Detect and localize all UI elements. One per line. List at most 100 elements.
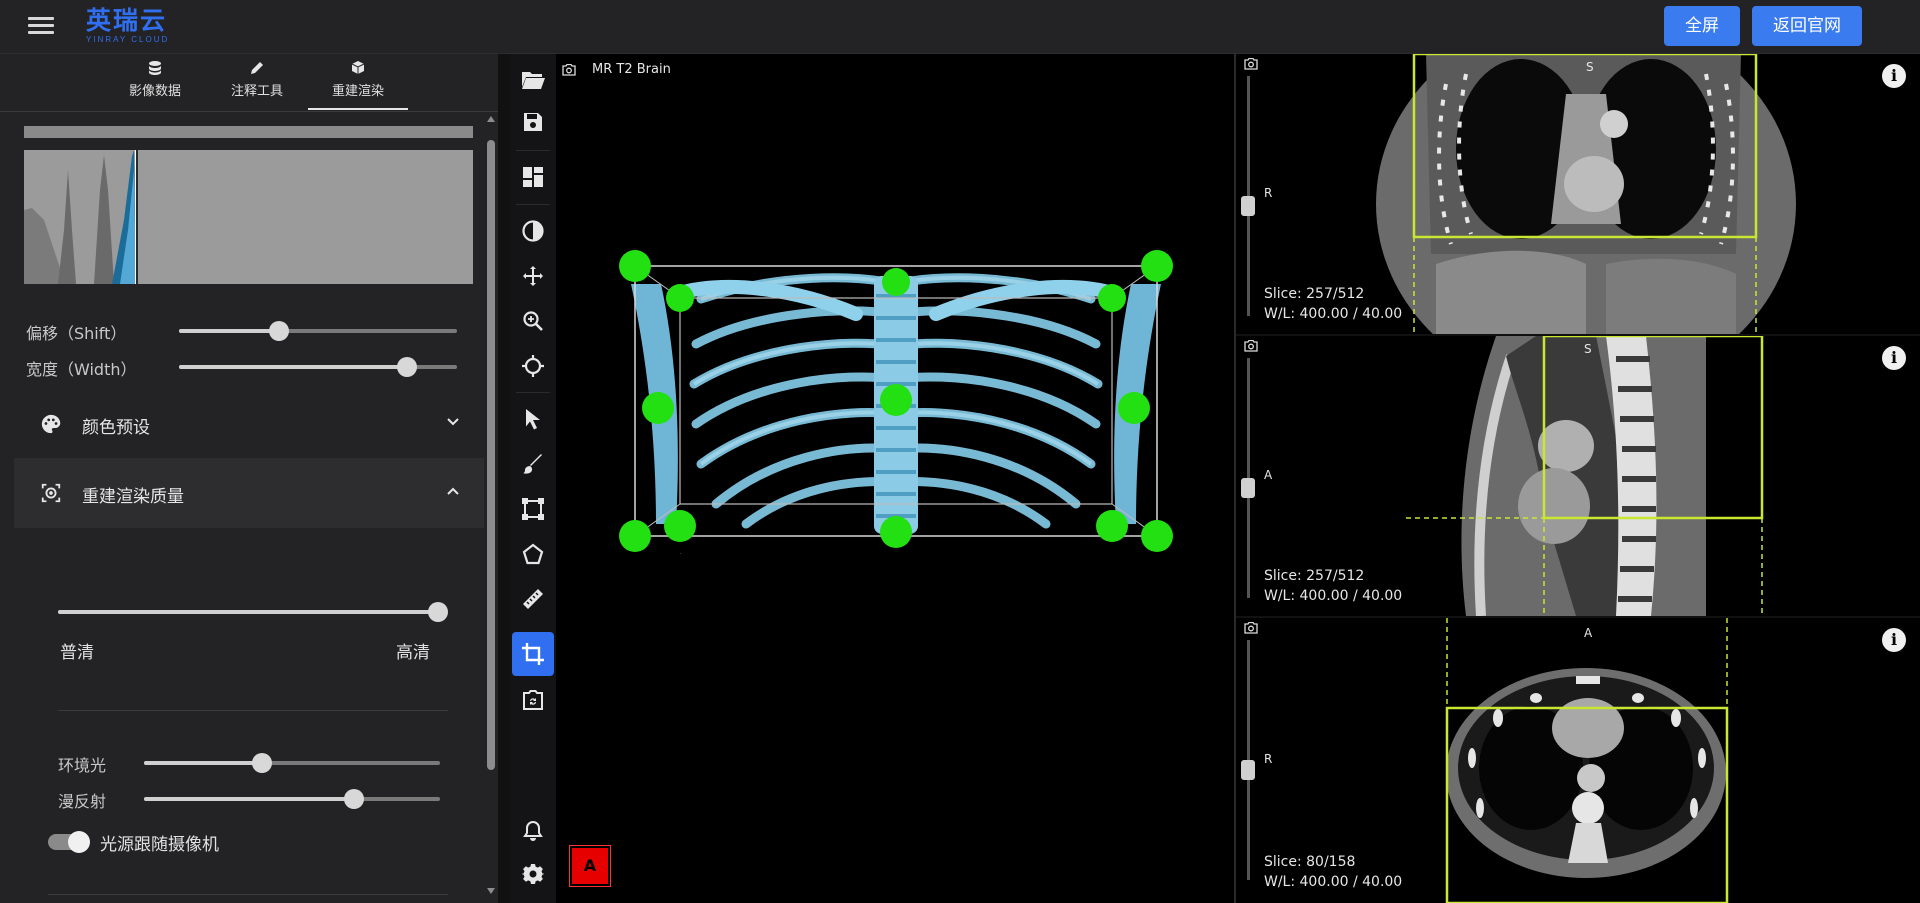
- diffuse-slider[interactable]: [144, 789, 440, 809]
- crosshair-icon[interactable]: [516, 349, 550, 383]
- toggle-knob: [68, 831, 90, 853]
- diffuse-slider-fill: [144, 797, 355, 801]
- sagittal-slice-slider[interactable]: [1241, 358, 1255, 598]
- sagittal-viewport[interactable]: S A Slice: 257/512 W/L: 400.00 / 40.00 i: [1236, 336, 1920, 616]
- orientation-top: S: [1586, 60, 1594, 74]
- orientation-marker-a[interactable]: A: [569, 845, 611, 887]
- slice-slider-knob[interactable]: [1241, 196, 1255, 216]
- tab-annotation-tools[interactable]: 注释工具: [207, 60, 307, 110]
- palette-icon: [41, 414, 61, 434]
- quality-slider[interactable]: [58, 602, 448, 622]
- info-icon[interactable]: i: [1882, 64, 1906, 88]
- window-level-readout: W/L: 400.00 / 40.00: [1264, 306, 1403, 322]
- coronal-slice-slider[interactable]: [1241, 76, 1255, 316]
- tab-label: 注释工具: [230, 84, 283, 99]
- orientation-left: A: [1264, 468, 1273, 482]
- back-to-website-button[interactable]: 返回官网: [1752, 6, 1862, 46]
- toolbar-divider: [516, 204, 550, 205]
- tabs-divider: [0, 111, 498, 112]
- chevron-down-icon: [447, 418, 459, 426]
- screenshot-icon[interactable]: [516, 684, 550, 718]
- slice-readout: Slice: 80/158: [1264, 854, 1356, 870]
- tab-label: 重建渲染: [331, 84, 384, 99]
- folder-open-icon[interactable]: [516, 63, 550, 97]
- save-icon[interactable]: [516, 105, 550, 139]
- panel-tabs: 影像数据 注释工具 重建渲染: [0, 54, 498, 110]
- gear-icon[interactable]: [516, 857, 550, 891]
- shift-slider-thumb[interactable]: [269, 321, 290, 341]
- light-follow-camera-label: 光源跟随摄像机: [100, 835, 219, 855]
- coronal-info: Slice: 257/512 W/L: 400.00 / 40.00: [1264, 284, 1402, 324]
- crop-icon[interactable]: [512, 632, 554, 676]
- slice-slider-knob[interactable]: [1241, 760, 1255, 780]
- tab-image-data[interactable]: 影像数据: [105, 60, 205, 110]
- diffuse-label: 漫反射: [58, 792, 107, 811]
- camera-icon[interactable]: [1244, 340, 1258, 352]
- axial-viewport[interactable]: A R Slice: 80/158 W/L: 400.00 / 40.00 i: [1236, 618, 1920, 903]
- axial-slice-slider[interactable]: [1241, 640, 1255, 880]
- shift-slider-fill: [179, 329, 280, 333]
- tab-reconstruction-render[interactable]: 重建渲染: [308, 60, 408, 110]
- brush-icon[interactable]: [516, 447, 550, 481]
- render-quality-accordion[interactable]: 重建渲染质量: [14, 458, 484, 528]
- brand-name: 英瑞云: [86, 6, 168, 35]
- orientation-top: S: [1584, 342, 1592, 356]
- bell-icon[interactable]: [516, 814, 550, 848]
- layout-icon[interactable]: [516, 160, 550, 194]
- contrast-icon[interactable]: [516, 214, 550, 248]
- fullscreen-button[interactable]: 全屏: [1664, 6, 1740, 46]
- orientation-left: R: [1264, 752, 1273, 766]
- color-gradient-bar[interactable]: [24, 126, 473, 138]
- ambient-slider-thumb[interactable]: [252, 753, 273, 773]
- scrollbar-thumb[interactable]: [487, 140, 495, 770]
- width-slider-row: 宽度（Width）: [26, 356, 466, 379]
- quality-slider-row: [58, 602, 448, 630]
- polygon-icon[interactable]: [516, 537, 550, 571]
- slice-slider-knob[interactable]: [1241, 478, 1255, 498]
- histogram-graph: [24, 150, 473, 284]
- light-follow-camera-toggle[interactable]: [48, 831, 90, 853]
- camera-icon[interactable]: [1244, 58, 1258, 70]
- bounding-box-icon[interactable]: [516, 492, 550, 526]
- slice-readout: Slice: 257/512: [1264, 286, 1365, 302]
- ribcage-render: [619, 250, 1173, 554]
- orientation-top: A: [1584, 626, 1593, 640]
- info-icon[interactable]: i: [1882, 346, 1906, 370]
- quality-slider-thumb[interactable]: [428, 602, 448, 622]
- scroll-up-icon[interactable]: [487, 116, 495, 122]
- info-icon[interactable]: i: [1882, 628, 1906, 652]
- pointer-icon[interactable]: [516, 402, 550, 436]
- shift-slider[interactable]: [179, 321, 457, 341]
- chevron-up-icon: [447, 487, 459, 495]
- color-preset-label: 颜色预设: [82, 418, 150, 438]
- transfer-function-histogram[interactable]: [24, 150, 473, 284]
- brand-subtitle: YINRAY CLOUD: [86, 35, 170, 44]
- scroll-down-icon[interactable]: [487, 888, 495, 894]
- axial-info: Slice: 80/158 W/L: 400.00 / 40.00: [1264, 852, 1402, 892]
- ruler-icon[interactable]: [516, 582, 550, 616]
- left-panel: 影像数据 注释工具 重建渲染 偏移（Shift） 宽度（Width） 颜色预设 …: [0, 54, 498, 903]
- window-level-readout: W/L: 400.00 / 40.00: [1264, 874, 1403, 890]
- ambient-slider[interactable]: [144, 753, 440, 773]
- coronal-viewport[interactable]: S R Slice: 257/512 W/L: 400.00 / 40.00 i: [1236, 54, 1920, 334]
- width-slider-fill: [179, 365, 407, 369]
- ambient-slider-fill: [144, 761, 263, 765]
- camera-icon[interactable]: [1244, 622, 1258, 634]
- ambient-label: 环境光: [58, 756, 107, 775]
- diffuse-slider-thumb[interactable]: [344, 789, 365, 809]
- cube-icon: [351, 61, 365, 74]
- sagittal-info: Slice: 257/512 W/L: 400.00 / 40.00: [1264, 566, 1402, 606]
- shift-label: 偏移（Shift）: [26, 324, 127, 343]
- ambient-slider-row: 环境光: [58, 752, 458, 775]
- zoom-icon[interactable]: [516, 304, 550, 338]
- width-slider[interactable]: [179, 357, 457, 377]
- section-divider: [58, 710, 448, 711]
- left-panel-scrollbar[interactable]: [484, 110, 498, 902]
- toolbar-divider: [516, 392, 550, 393]
- move-icon[interactable]: [516, 259, 550, 293]
- volume-render-viewport[interactable]: MR T2 Brain A: [556, 54, 1234, 903]
- width-slider-thumb[interactable]: [396, 357, 417, 377]
- color-preset-accordion[interactable]: 颜色预设: [14, 389, 484, 459]
- hamburger-menu-icon[interactable]: [28, 14, 54, 38]
- database-icon: [149, 61, 161, 75]
